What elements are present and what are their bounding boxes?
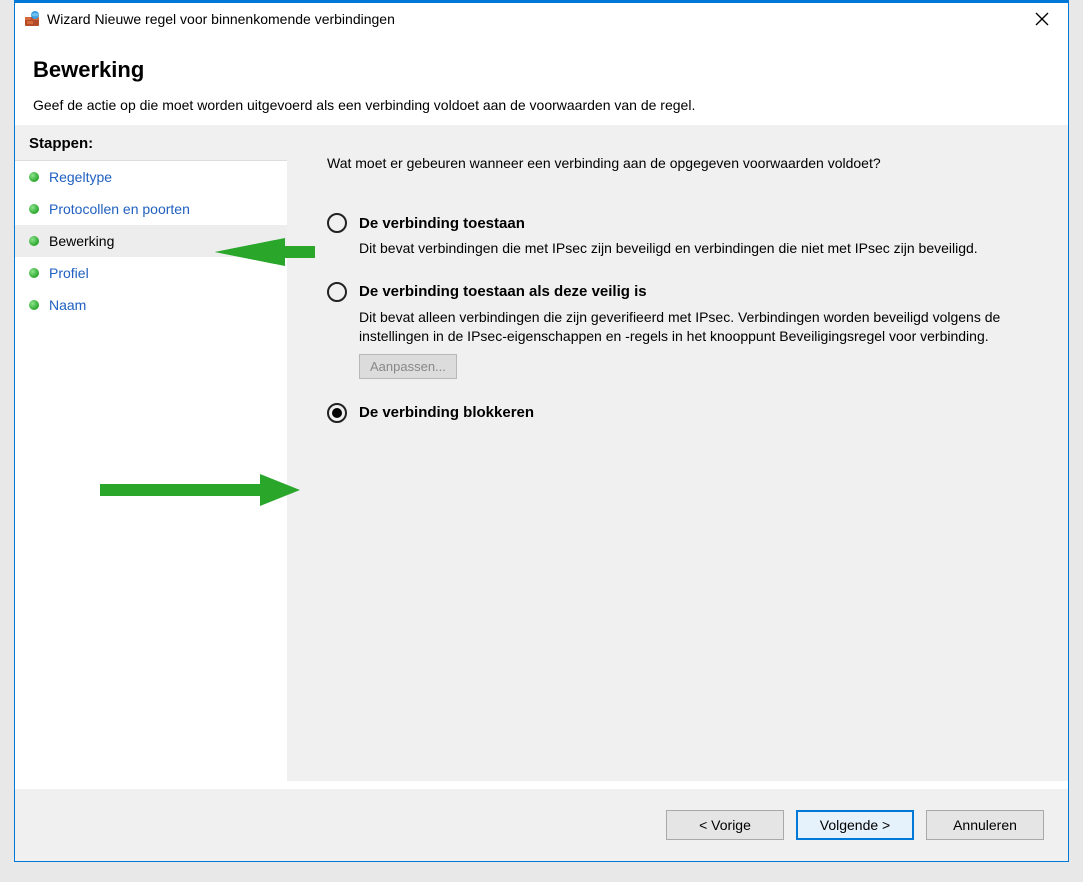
radio-allow-secure[interactable] xyxy=(327,282,347,302)
wizard-window: Wizard Nieuwe regel voor binnenkomende v… xyxy=(14,0,1069,862)
step-dot-icon xyxy=(29,300,39,310)
back-button[interactable]: < Vorige xyxy=(666,810,784,840)
customize-button: Aanpassen... xyxy=(359,354,457,379)
page-subtitle: Geef de actie op die moet worden uitgevo… xyxy=(33,97,1050,113)
option-block: De verbinding blokkeren xyxy=(327,403,1040,423)
step-bewerking[interactable]: Bewerking xyxy=(15,225,287,257)
step-regeltype[interactable]: Regeltype xyxy=(15,161,287,193)
step-dot-icon xyxy=(29,172,39,182)
step-dot-icon xyxy=(29,236,39,246)
content-question: Wat moet er gebeuren wanneer een verbind… xyxy=(327,155,1040,171)
page-title: Bewerking xyxy=(33,57,1050,83)
option-allow: De verbinding toestaan Dit bevat verbind… xyxy=(327,213,1040,258)
cancel-button[interactable]: Annuleren xyxy=(926,810,1044,840)
window-title: Wizard Nieuwe regel voor binnenkomende v… xyxy=(47,11,1020,27)
wizard-header: Bewerking Geef de actie op die moet word… xyxy=(15,35,1068,125)
radio-block[interactable] xyxy=(327,403,347,423)
steps-heading: Stappen: xyxy=(15,125,287,161)
step-label: Protocollen en poorten xyxy=(49,201,190,217)
step-dot-icon xyxy=(29,204,39,214)
close-icon xyxy=(1035,12,1049,26)
option-label: De verbinding toestaan als deze veilig i… xyxy=(359,283,647,300)
firewall-icon xyxy=(23,10,41,28)
radio-allow[interactable] xyxy=(327,213,347,233)
option-label: De verbinding toestaan xyxy=(359,215,525,232)
wizard-body: Stappen: Regeltype Protocollen en poorte… xyxy=(15,125,1068,781)
step-protocollen[interactable]: Protocollen en poorten xyxy=(15,193,287,225)
wizard-footer: < Vorige Volgende > Annuleren xyxy=(15,789,1068,861)
step-naam[interactable]: Naam xyxy=(15,289,287,321)
steps-sidebar: Stappen: Regeltype Protocollen en poorte… xyxy=(15,125,287,781)
option-description: Dit bevat alleen verbindingen die zijn g… xyxy=(359,308,1019,346)
titlebar: Wizard Nieuwe regel voor binnenkomende v… xyxy=(15,3,1068,35)
step-label: Bewerking xyxy=(49,233,114,249)
option-description: Dit bevat verbindingen die met IPsec zij… xyxy=(359,239,1019,258)
option-label: De verbinding blokkeren xyxy=(359,404,534,421)
close-button[interactable] xyxy=(1020,4,1064,34)
step-profiel[interactable]: Profiel xyxy=(15,257,287,289)
wizard-content: Wat moet er gebeuren wanneer een verbind… xyxy=(287,125,1068,781)
next-button[interactable]: Volgende > xyxy=(796,810,914,840)
step-label: Profiel xyxy=(49,265,89,281)
step-label: Regeltype xyxy=(49,169,112,185)
step-dot-icon xyxy=(29,268,39,278)
step-label: Naam xyxy=(49,297,86,313)
option-allow-secure: De verbinding toestaan als deze veilig i… xyxy=(327,282,1040,379)
